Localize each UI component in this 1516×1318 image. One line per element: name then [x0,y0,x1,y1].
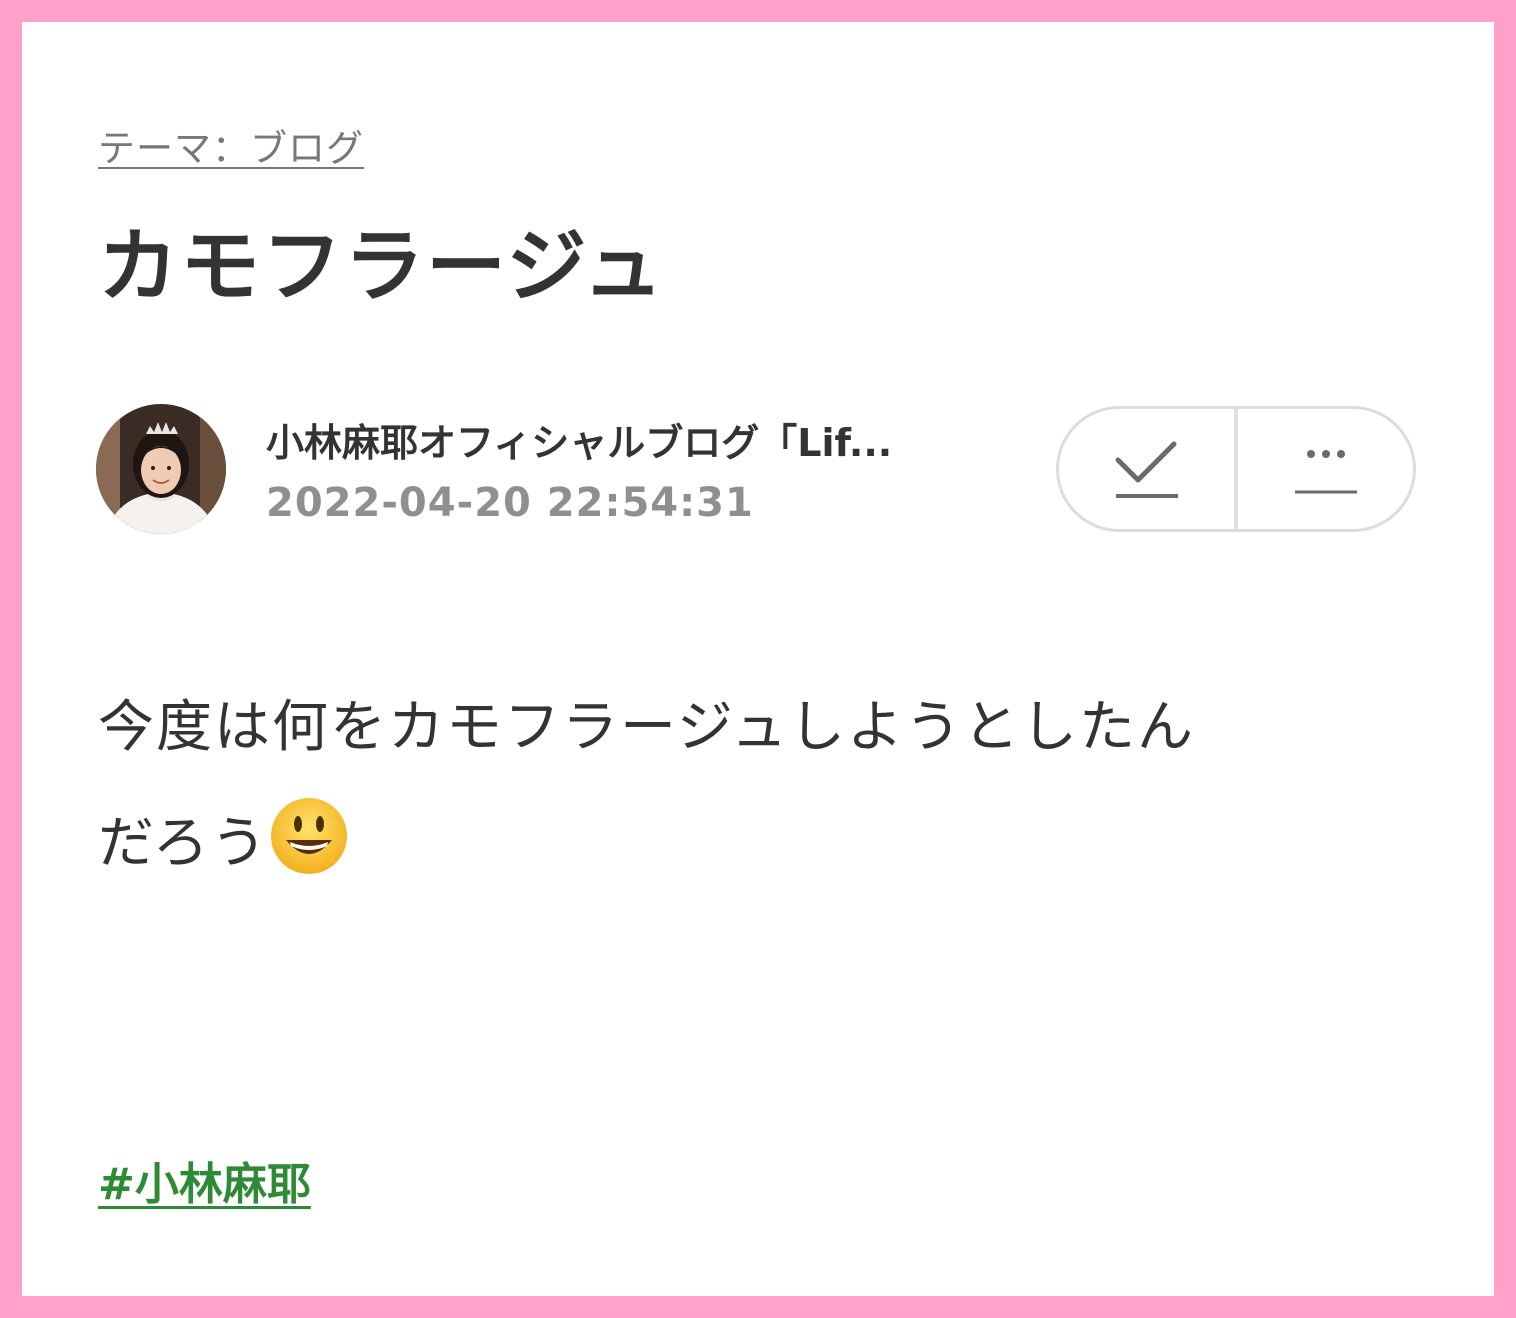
post-body-line1: 今度は何をカモフラージュしようとしたん [98,695,1195,760]
blog-post-card: テーマ：ブログ カモフラージュ 小林麻耶オフィシャルブログ「Lif... 202… [22,22,1494,1296]
post-body: 今度は何をカモフラージュしようとしたん だろう [98,670,1398,902]
post-body-line2: だろう [98,811,269,876]
hashtag-link[interactable]: #小林麻耶 [98,1148,311,1212]
more-dots-icon [1294,450,1357,494]
post-action-group [1056,406,1416,532]
check-mark-icon [1115,441,1178,498]
more-options-button[interactable] [1238,409,1413,529]
post-date: 2022-04-20 22:54:31 [266,480,754,526]
post-title: カモフラージュ [98,220,665,313]
theme-link[interactable]: テーマ：ブログ [98,118,364,172]
smiling-face-icon [270,798,347,874]
blog-name[interactable]: 小林麻耶オフィシャルブログ「Lif... [266,412,986,467]
author-avatar[interactable] [96,404,226,534]
reblog-check-button[interactable] [1059,409,1234,529]
